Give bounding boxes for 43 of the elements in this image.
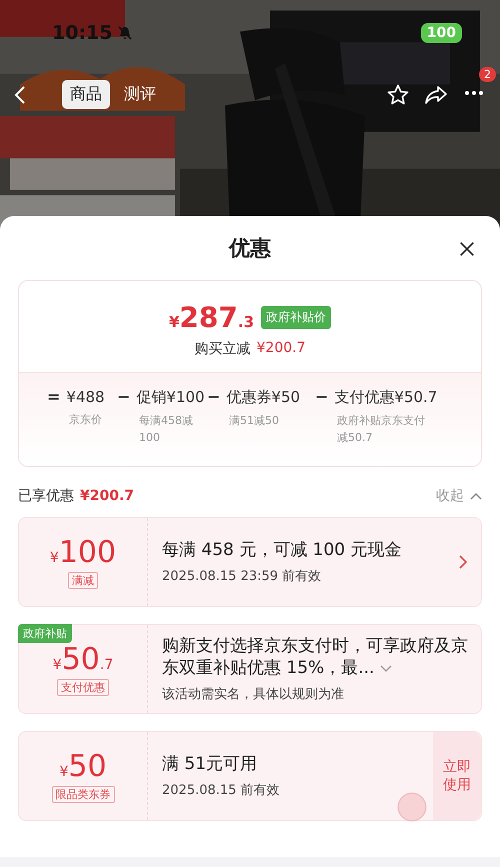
nav-tab[interactable]: 商品 <box>62 80 110 109</box>
saving-label: 购买立减 <box>194 340 250 358</box>
star-icon[interactable] <box>386 82 410 106</box>
offer-amount: ¥50.7 <box>52 642 114 677</box>
battery-indicator: 100 <box>420 23 462 43</box>
offer-tag: 支付优惠 <box>57 679 109 696</box>
price-tag: 政府补贴价 <box>261 306 332 329</box>
operator-sign: − <box>315 387 328 406</box>
back-icon[interactable] <box>14 84 26 104</box>
breakdown-amount: 支付优惠¥50.7 <box>334 388 438 407</box>
operator-sign: = <box>47 387 60 406</box>
offer-subtitle: 该活动需实名，具体以规则为准 <box>162 686 345 704</box>
enjoyed-label: 已享优惠 <box>18 487 74 505</box>
breakdown-note: 每满458减100 <box>139 413 194 446</box>
offer-title: 购新支付选择京东支付时，可享政府及京东双重补贴优惠 15%，最... <box>162 634 469 680</box>
operator-sign: − <box>207 387 220 406</box>
offer-tag: 满减 <box>68 572 98 589</box>
offer-tag: 限品类东券 <box>52 786 114 803</box>
mute-icon <box>117 25 134 41</box>
offer-amount: ¥50 <box>59 749 107 784</box>
operator-sign: − <box>117 387 130 406</box>
sheet-title: 优惠 <box>229 235 271 262</box>
chevron-icon[interactable] <box>459 555 467 569</box>
breakdown-note: 政府补贴京东支付减50.7 <box>337 413 426 446</box>
saving-value: ¥200.7 <box>256 340 306 358</box>
offer-title: 满 51元可用 <box>162 752 258 776</box>
breakdown-amount: ¥488 <box>66 388 105 406</box>
breakdown-amount: 促销¥100 <box>136 388 205 407</box>
offer-title: 每满 458 元，可减 100 元现金 <box>162 538 403 562</box>
offer-subtitle: 2025.08.15 23:59 前有效 <box>162 568 322 586</box>
offer-amount: ¥100 <box>50 535 116 570</box>
corner-badge: 政府补贴 <box>18 624 72 643</box>
breakdown-note: 满51减50 <box>229 413 280 429</box>
offer-subtitle: 2025.08.15 前有效 <box>162 782 281 800</box>
breakdown-amount: 优惠券¥50 <box>226 388 300 407</box>
breakdown-note: 京东价 <box>69 412 103 428</box>
close-icon[interactable] <box>458 240 476 258</box>
nav-tab[interactable]: 测评 <box>116 80 164 109</box>
expand-icon[interactable] <box>380 665 392 673</box>
status-time: 10:15 <box>52 22 112 44</box>
final-price: ¥287.3 <box>168 301 254 334</box>
collapse-icon <box>470 492 482 500</box>
enjoyed-value: ¥200.7 <box>80 488 134 504</box>
